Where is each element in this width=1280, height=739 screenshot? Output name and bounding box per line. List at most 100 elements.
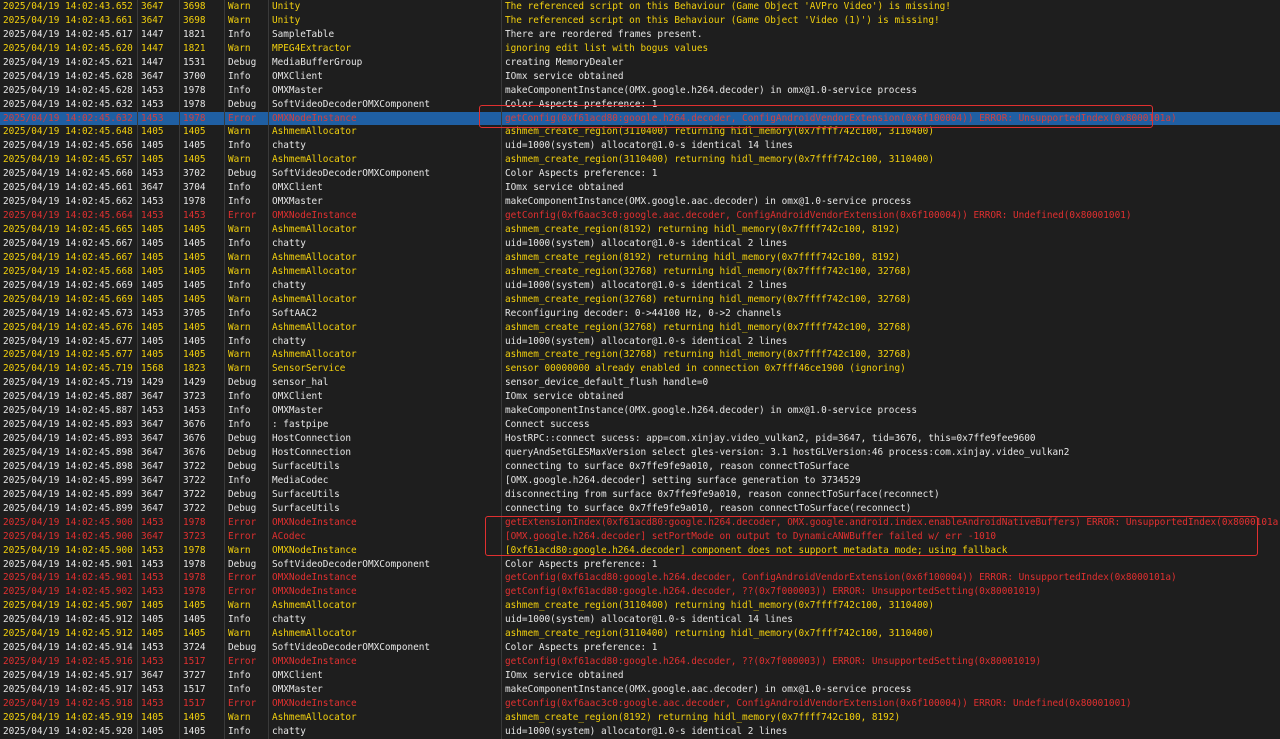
- message-cell: ignoring edit list with bogus values: [505, 42, 709, 54]
- log-row[interactable]: 2025/04/19 14:02:45.901 1453 1978 Error OMXN…: [0, 571, 1280, 586]
- log-row[interactable]: 2025/04/19 14:02:45.887 1453 1453 Info OMXMa…: [0, 404, 1280, 419]
- log-row[interactable]: 2025/04/19 14:02:45.901 1453 1978 Debug Soft…: [0, 557, 1280, 572]
- message-cell: uid=1000(system) allocator@1.0-s identic…: [505, 614, 793, 626]
- level-cell: Debug: [225, 501, 269, 516]
- tid-cell: 1405: [180, 627, 225, 642]
- log-row[interactable]: 2025/04/19 14:02:45.899 3647 3722 Debug Surf…: [0, 487, 1280, 502]
- level-cell: Warn: [225, 41, 269, 56]
- log-row[interactable]: 2025/04/19 14:02:45.900 3647 3723 Error ACod…: [0, 529, 1280, 544]
- pid-cell: 1447: [138, 55, 180, 70]
- log-row[interactable]: 2025/04/19 14:02:45.656 1405 1405 Info chatt…: [0, 139, 1280, 154]
- log-row[interactable]: 2025/04/19 14:02:45.902 1453 1978 Error OMXN…: [0, 585, 1280, 600]
- message-cell: IOmx service obtained: [505, 391, 624, 403]
- message-cell: The referenced script on this Behaviour …: [505, 14, 940, 26]
- tid-cell: 3704: [180, 181, 225, 196]
- log-row[interactable]: 2025/04/19 14:02:45.719 1568 1823 Warn Senso…: [0, 362, 1280, 377]
- log-row[interactable]: 2025/04/19 14:02:45.620 1447 1821 Warn MPEG4…: [0, 41, 1280, 56]
- log-row[interactable]: 2025/04/19 14:02:45.664 1453 1453 Error OMXN…: [0, 209, 1280, 223]
- timestamp-cell: 2025/04/19 14:02:45.662: [0, 195, 138, 210]
- log-row-selected[interactable]: 2025/04/19 14:02:45.632 1453 1978 Error OMXN…: [0, 111, 1280, 126]
- message-cell: getConfig(0xf61acd80:google.h264.decoder…: [505, 656, 1042, 668]
- log-row[interactable]: 2025/04/19 14:02:45.665 1405 1405 Warn Ashme…: [0, 223, 1280, 237]
- pid-cell: 1405: [138, 320, 180, 335]
- tid-cell: 1405: [180, 613, 225, 628]
- tid-cell: 1405: [180, 264, 225, 279]
- pid-cell: 1405: [138, 292, 180, 307]
- log-row[interactable]: 2025/04/19 14:02:45.667 1405 1405 Warn Ashme…: [0, 250, 1280, 265]
- log-row[interactable]: 2025/04/19 14:02:45.621 1447 1531 Debug Medi…: [0, 55, 1280, 70]
- log-row[interactable]: 2025/04/19 14:02:45.900 1453 1978 Error OMXN…: [0, 515, 1280, 530]
- tag-cell: AshmemAllocator: [269, 292, 502, 307]
- log-row[interactable]: 2025/04/19 14:02:45.887 3647 3723 Info OMXCl…: [0, 390, 1280, 405]
- log-row[interactable]: 2025/04/19 14:02:45.898 3647 3722 Debug Surf…: [0, 459, 1280, 474]
- log-row[interactable]: 2025/04/19 14:02:45.907 1405 1405 Warn Ashme…: [0, 599, 1280, 614]
- pid-cell: 1453: [138, 209, 180, 223]
- pid-cell: 3647: [138, 459, 180, 474]
- level-cell: Warn: [225, 362, 269, 377]
- log-row[interactable]: 2025/04/19 14:02:45.632 1453 1978 Debug Soft…: [0, 97, 1280, 112]
- message-cell: ashmem_create_region(3110400) returning …: [505, 154, 934, 166]
- message-cell: sensor_device_default_flush handle=0: [505, 377, 709, 389]
- log-row[interactable]: 2025/04/19 14:02:45.668 1405 1405 Warn Ashme…: [0, 264, 1280, 279]
- log-row[interactable]: 2025/04/19 14:02:45.899 3647 3722 Info Media…: [0, 473, 1280, 488]
- tid-cell: 1405: [180, 139, 225, 154]
- timestamp-cell: 2025/04/19 14:02:45.719: [0, 362, 138, 377]
- tag-cell: chatty: [269, 334, 502, 349]
- tag-cell: chatty: [269, 139, 502, 154]
- level-cell: Debug: [225, 376, 269, 391]
- message-cell: getExtensionIndex(0xf61acd80:google.h264…: [505, 516, 1280, 528]
- timestamp-cell: 2025/04/19 14:02:45.669: [0, 278, 138, 293]
- tid-cell: 1405: [180, 320, 225, 335]
- log-row[interactable]: 2025/04/19 14:02:45.628 1453 1978 Info OMXMa…: [0, 83, 1280, 98]
- timestamp-cell: 2025/04/19 14:02:45.667: [0, 250, 138, 265]
- tag-cell: OMXNodeInstance: [269, 696, 502, 711]
- log-row[interactable]: 2025/04/19 14:02:45.893 3647 3676 Debug Host…: [0, 432, 1280, 446]
- log-row[interactable]: 2025/04/19 14:02:45.673 1453 3705 Info SoftA…: [0, 306, 1280, 321]
- log-row[interactable]: 2025/04/19 14:02:45.677 1405 1405 Info chatt…: [0, 334, 1280, 349]
- log-row[interactable]: 2025/04/19 14:02:43.661 3647 3698 Warn Unity…: [0, 13, 1280, 28]
- log-row[interactable]: 2025/04/19 14:02:45.661 3647 3704 Info OMXCl…: [0, 181, 1280, 196]
- tag-cell: SoftVideoDecoderOMXComponent: [269, 641, 502, 656]
- message-cell: ashmem_create_region(8192) returning hid…: [505, 224, 901, 235]
- timestamp-cell: 2025/04/19 14:02:45.667: [0, 236, 138, 251]
- pid-cell: 3647: [138, 432, 180, 446]
- timestamp-cell: 2025/04/19 14:02:45.628: [0, 83, 138, 98]
- log-row[interactable]: 2025/04/19 14:02:45.648 1405 1405 Warn Ashme…: [0, 125, 1280, 140]
- log-row[interactable]: 2025/04/19 14:02:45.916 1453 1517 Error OMXN…: [0, 655, 1280, 669]
- log-row[interactable]: 2025/04/19 14:02:45.917 1453 1517 Info OMXMa…: [0, 682, 1280, 697]
- log-row[interactable]: 2025/04/19 14:02:45.918 1453 1517 Error OMXN…: [0, 696, 1280, 711]
- log-row[interactable]: 2025/04/19 14:02:45.657 1405 1405 Warn Ashme…: [0, 153, 1280, 168]
- log-row[interactable]: 2025/04/19 14:02:45.660 1453 3702 Debug Soft…: [0, 167, 1280, 182]
- tag-cell: SurfaceUtils: [269, 487, 502, 502]
- timestamp-cell: 2025/04/19 14:02:45.907: [0, 599, 138, 614]
- tag-cell: SoftAAC2: [269, 306, 502, 321]
- message-cell: Color Aspects preference: 1: [505, 642, 658, 654]
- log-row[interactable]: 2025/04/19 14:02:45.662 1453 1978 Info OMXMa…: [0, 195, 1280, 210]
- log-row[interactable]: 2025/04/19 14:02:43.652 3647 3698 Warn Unity…: [0, 0, 1280, 14]
- log-row[interactable]: 2025/04/19 14:02:45.912 1405 1405 Info chatt…: [0, 613, 1280, 628]
- log-row[interactable]: 2025/04/19 14:02:45.914 1453 3724 Debug Soft…: [0, 641, 1280, 656]
- log-row[interactable]: 2025/04/19 14:02:45.669 1405 1405 Info chatt…: [0, 278, 1280, 293]
- log-row[interactable]: 2025/04/19 14:02:45.628 3647 3700 Info OMXCl…: [0, 69, 1280, 84]
- log-row[interactable]: 2025/04/19 14:02:45.912 1405 1405 Warn Ashme…: [0, 627, 1280, 642]
- log-row[interactable]: 2025/04/19 14:02:45.899 3647 3722 Debug Surf…: [0, 501, 1280, 516]
- pid-cell: 1453: [138, 195, 180, 210]
- message-cell: connecting to surface 0x7ffe9fe9a010, re…: [505, 460, 850, 472]
- log-row[interactable]: 2025/04/19 14:02:45.900 1453 1978 Warn OMXNo…: [0, 543, 1280, 558]
- level-cell: Info: [225, 682, 269, 697]
- log-row[interactable]: 2025/04/19 14:02:45.676 1405 1405 Warn Ashme…: [0, 320, 1280, 335]
- log-row[interactable]: 2025/04/19 14:02:45.898 3647 3676 Debug Host…: [0, 446, 1280, 460]
- log-row[interactable]: 2025/04/19 14:02:45.917 3647 3727 Info OMXCl…: [0, 669, 1280, 683]
- log-row[interactable]: 2025/04/19 14:02:45.667 1405 1405 Info chatt…: [0, 236, 1280, 251]
- timestamp-cell: 2025/04/19 14:02:45.719: [0, 376, 138, 391]
- log-row[interactable]: 2025/04/19 14:02:45.669 1405 1405 Warn Ashme…: [0, 292, 1280, 307]
- log-row[interactable]: 2025/04/19 14:02:45.677 1405 1405 Warn Ashme…: [0, 348, 1280, 363]
- log-row[interactable]: 2025/04/19 14:02:45.919 1405 1405 Warn Ashme…: [0, 710, 1280, 725]
- log-row[interactable]: 2025/04/19 14:02:45.893 3647 3676 Info: fas…: [0, 418, 1280, 433]
- tid-cell: 1405: [180, 348, 225, 363]
- timestamp-cell: 2025/04/19 14:02:45.665: [0, 223, 138, 237]
- tag-cell: OMXMaster: [269, 404, 502, 419]
- pid-cell: 1568: [138, 362, 180, 377]
- log-row[interactable]: 2025/04/19 14:02:45.617 1447 1821 Info Sampl…: [0, 27, 1280, 42]
- log-row[interactable]: 2025/04/19 14:02:45.719 1429 1429 Debug sens…: [0, 376, 1280, 391]
